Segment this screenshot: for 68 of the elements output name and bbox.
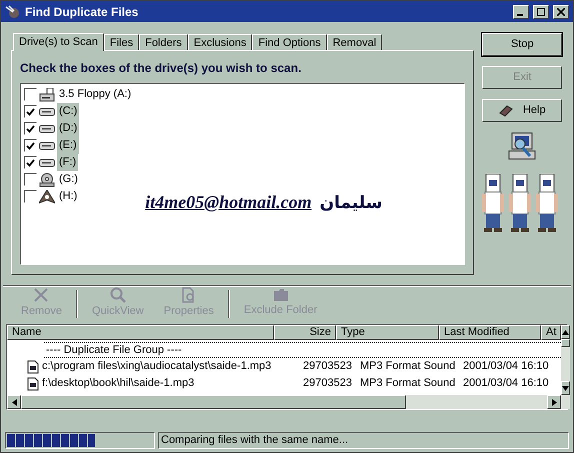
hard-drive-icon — [39, 124, 55, 134]
checkbox[interactable] — [24, 105, 37, 118]
folder-icon — [272, 288, 289, 302]
file-size: 29703523 — [302, 376, 353, 392]
instruction-text: Check the boxes of the drive(s) you wish to scan. — [20, 60, 302, 77]
drive-label[interactable]: (D:) — [57, 120, 80, 137]
tab[interactable]: Find Options — [252, 34, 327, 50]
column-header[interactable]: At — [541, 325, 561, 340]
app-icon — [5, 4, 21, 18]
hard-drive-icon — [39, 140, 55, 150]
file-modified: 2001/03/04 16:10 — [462, 376, 550, 392]
drive-label[interactable]: (E:) — [57, 137, 79, 154]
minimize-button[interactable] — [513, 4, 529, 18]
status-message: Comparing files with the same name... — [158, 432, 569, 449]
hard-drive-icon — [39, 158, 55, 168]
horizontal-scrollbar[interactable] — [7, 395, 561, 409]
column-header[interactable]: Last Modified — [439, 325, 541, 340]
scroll-right-icon — [552, 398, 556, 406]
checkbox[interactable] — [24, 88, 37, 101]
drive-label[interactable]: (F:) — [57, 154, 78, 171]
maximize-button[interactable] — [533, 4, 549, 18]
search-icon — [110, 287, 126, 304]
document-search-icon — [180, 287, 197, 304]
drive-label[interactable]: (C:) — [57, 103, 80, 120]
scroll-left-icon — [12, 398, 16, 406]
file-modified: 2001/03/04 16:10 — [462, 359, 550, 374]
hard-drive-icon — [39, 106, 55, 116]
audio-file-icon — [27, 376, 39, 390]
author-name: سليمان — [320, 192, 382, 215]
scroll-thumb[interactable] — [21, 395, 406, 409]
group-label: ---- Duplicate File Group ---- — [44, 342, 561, 358]
file-type: MP3 Format Sound — [359, 376, 456, 392]
column-header[interactable]: Type — [336, 325, 439, 340]
column-header[interactable]: Name — [7, 325, 274, 340]
floppy-drive-icon — [39, 88, 55, 102]
drive-icon — [39, 190, 55, 204]
tab[interactable]: Files — [104, 34, 140, 50]
scroll-down-icon — [562, 386, 569, 390]
close-icon — [33, 287, 50, 304]
vertical-scrollbar[interactable] — [561, 325, 570, 409]
scroll-up-icon — [562, 330, 569, 334]
tab[interactable]: Removal — [326, 34, 382, 50]
column-header[interactable]: Size — [274, 325, 336, 340]
book-icon — [498, 104, 513, 116]
tab[interactable]: Exclusions — [188, 34, 252, 50]
file-name: f:\desktop\book\hil\saide-1.mp3 — [41, 376, 196, 392]
checkbox[interactable] — [24, 156, 37, 169]
file-type: MP3 Format Sound — [359, 359, 456, 374]
side-button[interactable]: Stop — [482, 33, 562, 56]
cd-drive-icon — [39, 172, 55, 186]
scroll-thumb[interactable] — [561, 339, 570, 347]
drive-label[interactable]: 3.5 Floppy (A:) — [57, 86, 134, 103]
email-text: it4me05@hotmail.com — [145, 191, 312, 214]
tab[interactable]: Drive(s) to Scan — [13, 33, 104, 51]
close-icon — [557, 8, 565, 16]
checkbox[interactable] — [24, 122, 37, 135]
side-button[interactable]: Help — [482, 99, 562, 122]
tab[interactable]: Folders — [139, 34, 188, 50]
audio-file-icon — [27, 360, 39, 374]
window-title: Find Duplicate Files — [25, 4, 140, 20]
maximize-icon — [537, 8, 545, 16]
minimize-icon — [517, 14, 525, 16]
file-size: 29703523 — [302, 359, 353, 374]
checkbox[interactable] — [24, 139, 37, 152]
close-button[interactable] — [553, 4, 569, 18]
drive-label[interactable]: (H:) — [57, 188, 80, 205]
drive-label[interactable]: (G:) — [57, 171, 80, 188]
file-name: c:\program files\xing\audiocatalyst\saide-1.mp3 — [41, 359, 272, 374]
